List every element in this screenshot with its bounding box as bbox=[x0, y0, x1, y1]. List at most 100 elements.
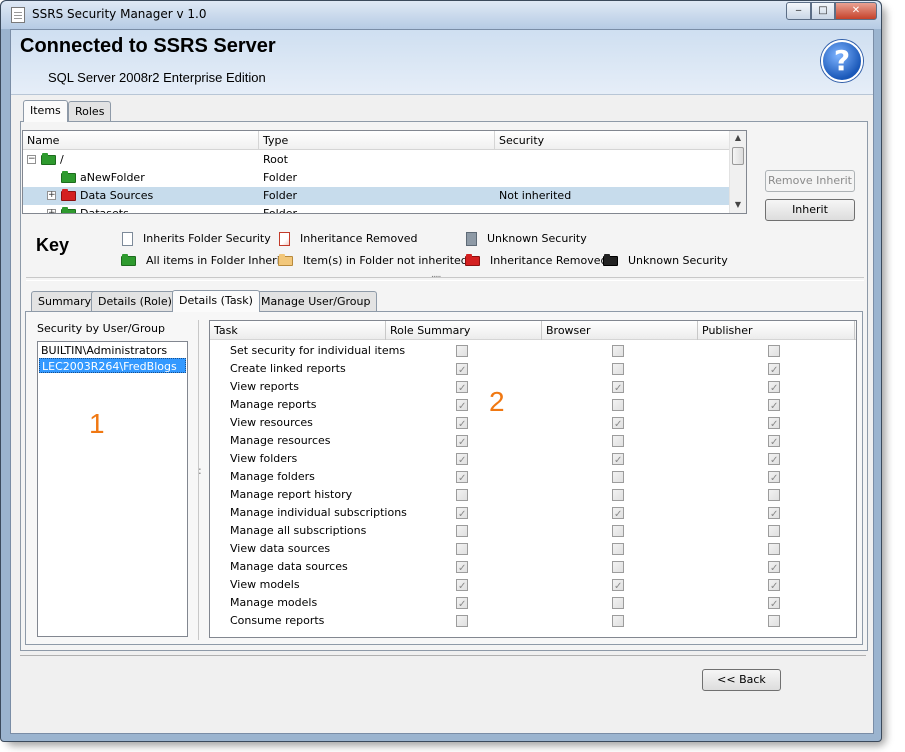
browser-checkbox[interactable] bbox=[612, 452, 624, 470]
items-tree[interactable]: Name Type Security − / Root aNewFolder Folde… bbox=[22, 130, 747, 214]
role-summary-checkbox[interactable] bbox=[456, 362, 468, 380]
help-icon[interactable]: ? bbox=[821, 40, 863, 82]
task-row: Manage individual subscriptions bbox=[210, 504, 856, 524]
browser-checkbox[interactable] bbox=[612, 363, 624, 375]
expand-icon[interactable]: + bbox=[47, 191, 56, 200]
role-summary-checkbox[interactable] bbox=[456, 416, 468, 434]
horizontal-splitter[interactable] bbox=[26, 270, 864, 281]
role-summary-checkbox[interactable] bbox=[456, 380, 468, 398]
publisher-checkbox[interactable] bbox=[768, 362, 780, 380]
browser-checkbox[interactable] bbox=[612, 345, 624, 357]
publisher-checkbox[interactable] bbox=[768, 596, 780, 614]
publisher-checkbox[interactable] bbox=[768, 345, 780, 357]
maximize-button[interactable]: □ bbox=[811, 2, 835, 20]
tree-row[interactable]: + Datasets Folder bbox=[23, 205, 731, 213]
task-label: Set security for individual items bbox=[230, 344, 406, 357]
role-summary-checkbox[interactable] bbox=[456, 506, 468, 524]
publisher-checkbox[interactable] bbox=[768, 506, 780, 524]
tab-details-role[interactable]: Details (Role) bbox=[91, 291, 179, 312]
tab-manage-user-group[interactable]: Manage User/Group bbox=[254, 291, 378, 312]
tree-cell-type: Folder bbox=[263, 189, 297, 202]
close-button[interactable]: ✕ bbox=[835, 2, 877, 20]
scroll-up-icon[interactable]: ▲ bbox=[730, 131, 746, 145]
inherit-button[interactable]: Inherit bbox=[765, 199, 855, 221]
minimize-button[interactable]: ‒ bbox=[786, 2, 811, 20]
user-group-list[interactable]: BUILTIN\Administrators LEC2003R264\FredB… bbox=[37, 341, 188, 637]
role-summary-checkbox[interactable] bbox=[456, 345, 468, 357]
browser-checkbox[interactable] bbox=[612, 399, 624, 411]
role-summary-checkbox[interactable] bbox=[456, 560, 468, 578]
publisher-checkbox[interactable] bbox=[768, 560, 780, 578]
publisher-checkbox[interactable] bbox=[768, 434, 780, 452]
browser-checkbox[interactable] bbox=[612, 525, 624, 537]
key-label: Item(s) in Folder not inherited bbox=[303, 254, 468, 267]
role-summary-checkbox[interactable] bbox=[456, 434, 468, 452]
folder-tan-icon bbox=[278, 254, 293, 266]
annotation-2: 2 bbox=[489, 386, 505, 417]
role-summary-checkbox[interactable] bbox=[456, 525, 468, 537]
role-summary-checkbox[interactable] bbox=[456, 615, 468, 627]
publisher-checkbox[interactable] bbox=[768, 543, 780, 555]
user-item[interactable]: BUILTIN\Administrators bbox=[39, 343, 186, 358]
browser-checkbox[interactable] bbox=[612, 471, 624, 483]
column-type[interactable]: Type bbox=[259, 131, 495, 150]
column-security[interactable]: Security bbox=[495, 131, 731, 150]
tab-details-task[interactable]: Details (Task) bbox=[172, 290, 260, 312]
role-summary-checkbox[interactable] bbox=[456, 470, 468, 488]
role-summary-checkbox[interactable] bbox=[456, 543, 468, 555]
browser-checkbox[interactable] bbox=[612, 543, 624, 555]
browser-checkbox[interactable] bbox=[612, 506, 624, 524]
tab-items[interactable]: Items bbox=[23, 100, 68, 122]
browser-checkbox[interactable] bbox=[612, 561, 624, 573]
remove-inherit-button[interactable]: Remove Inherit bbox=[765, 170, 855, 192]
browser-checkbox[interactable] bbox=[612, 489, 624, 501]
tab-roles[interactable]: Roles bbox=[68, 101, 112, 122]
column-role-summary[interactable]: Role Summary bbox=[386, 321, 542, 340]
role-summary-checkbox[interactable] bbox=[456, 578, 468, 596]
publisher-checkbox[interactable] bbox=[768, 452, 780, 470]
collapse-icon[interactable]: − bbox=[27, 155, 36, 164]
browser-checkbox[interactable] bbox=[612, 615, 624, 627]
publisher-checkbox[interactable] bbox=[768, 398, 780, 416]
column-browser[interactable]: Browser bbox=[542, 321, 698, 340]
key-all-items-inherit: All items in Folder Inherit bbox=[121, 252, 284, 270]
scroll-down-icon[interactable]: ▼ bbox=[730, 198, 746, 212]
task-grid[interactable]: Task Role Summary Browser Publisher Set … bbox=[209, 320, 857, 638]
column-name[interactable]: Name bbox=[23, 131, 259, 150]
tree-scrollbar[interactable]: ▲ ▼ bbox=[729, 131, 746, 213]
tree-row[interactable]: + Data Sources Folder Not inherited bbox=[23, 187, 731, 205]
tree-cell-security: Not inherited bbox=[499, 189, 572, 202]
folder-green-icon bbox=[41, 153, 56, 165]
browser-checkbox[interactable] bbox=[612, 435, 624, 447]
publisher-checkbox[interactable] bbox=[768, 470, 780, 488]
role-summary-checkbox[interactable] bbox=[456, 452, 468, 470]
browser-checkbox[interactable] bbox=[612, 416, 624, 434]
tab-summary[interactable]: Summary bbox=[31, 291, 99, 312]
publisher-checkbox[interactable] bbox=[768, 489, 780, 501]
task-row: Set security for individual items bbox=[210, 342, 856, 360]
tree-row[interactable]: − / Root bbox=[23, 151, 731, 169]
expand-icon[interactable]: + bbox=[47, 209, 56, 213]
role-summary-checkbox[interactable] bbox=[456, 489, 468, 501]
publisher-checkbox[interactable] bbox=[768, 615, 780, 627]
role-summary-checkbox[interactable] bbox=[456, 398, 468, 416]
folder-black-icon bbox=[603, 254, 618, 266]
task-row: View resources bbox=[210, 414, 856, 434]
browser-checkbox[interactable] bbox=[612, 597, 624, 609]
browser-checkbox[interactable] bbox=[612, 578, 624, 596]
tree-cell-type: Folder bbox=[263, 171, 297, 184]
task-row: Manage report history bbox=[210, 486, 856, 504]
publisher-checkbox[interactable] bbox=[768, 525, 780, 537]
back-button[interactable]: << Back bbox=[702, 669, 781, 691]
scroll-thumb[interactable] bbox=[732, 147, 744, 165]
column-publisher[interactable]: Publisher bbox=[698, 321, 855, 340]
publisher-checkbox[interactable] bbox=[768, 416, 780, 434]
publisher-checkbox[interactable] bbox=[768, 380, 780, 398]
browser-checkbox[interactable] bbox=[612, 380, 624, 398]
role-summary-checkbox[interactable] bbox=[456, 596, 468, 614]
user-item-selected[interactable]: LEC2003R264\FredBlogs bbox=[39, 358, 186, 373]
column-task[interactable]: Task bbox=[210, 321, 386, 340]
publisher-checkbox[interactable] bbox=[768, 578, 780, 596]
tree-row[interactable]: aNewFolder Folder bbox=[23, 169, 731, 187]
vertical-splitter[interactable] bbox=[198, 320, 202, 640]
